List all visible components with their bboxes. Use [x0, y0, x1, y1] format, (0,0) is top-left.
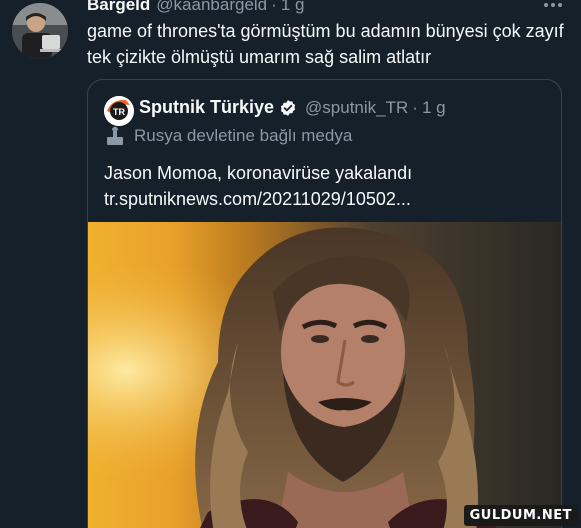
- quoted-separator-dot: ·: [412, 97, 418, 117]
- quoted-tweet-header: Sputnik Türkiye @sputnik_TR · 1 g: [139, 97, 446, 118]
- quoted-author-name[interactable]: Sputnik Türkiye: [139, 97, 274, 118]
- quoted-author-avatar[interactable]: TR: [104, 96, 134, 126]
- quoted-tweet-body: Jason Momoa, koronavirüse yakalandı: [104, 163, 413, 183]
- author-name[interactable]: Bargeld: [87, 0, 150, 15]
- state-media-label[interactable]: Rusya devletine bağlı medya: [104, 125, 352, 147]
- state-media-label-text: Rusya devletine bağlı medya: [134, 126, 353, 145]
- quoted-author-handle[interactable]: @sputnik_TR: [305, 98, 408, 118]
- state-media-icon: [104, 125, 126, 147]
- tweet-text: game of thrones'ta görmüştüm bu adamın b…: [87, 21, 564, 67]
- tweet-page: Bargeld @kaanbargeld · 1 g game of thron…: [0, 0, 581, 528]
- quoted-tweet-card[interactable]: TR Sputnik Türkiye @sputnik_TR · 1 g Rus…: [87, 79, 562, 528]
- more-horizontal-icon[interactable]: [544, 0, 562, 12]
- quoted-avatar-text: TR: [113, 107, 125, 117]
- verified-badge-icon: [279, 99, 297, 117]
- tweet-time[interactable]: 1 g: [281, 0, 305, 15]
- quoted-tweet-text: Jason Momoa, koronavirüse yakalandı tr.s…: [104, 160, 544, 212]
- separator-dot: ·: [271, 0, 277, 14]
- quoted-tweet-time[interactable]: 1 g: [422, 98, 446, 118]
- tweet-header: Bargeld @kaanbargeld · 1 g: [87, 0, 304, 17]
- quoted-tweet-link[interactable]: tr.sputniknews.com/20211029/10502...: [104, 186, 544, 212]
- quoted-tweet-photo[interactable]: [88, 222, 561, 528]
- author-handle[interactable]: @kaanbargeld: [156, 0, 267, 15]
- watermark: GULDUM.NET: [463, 505, 578, 526]
- author-avatar[interactable]: [12, 3, 68, 59]
